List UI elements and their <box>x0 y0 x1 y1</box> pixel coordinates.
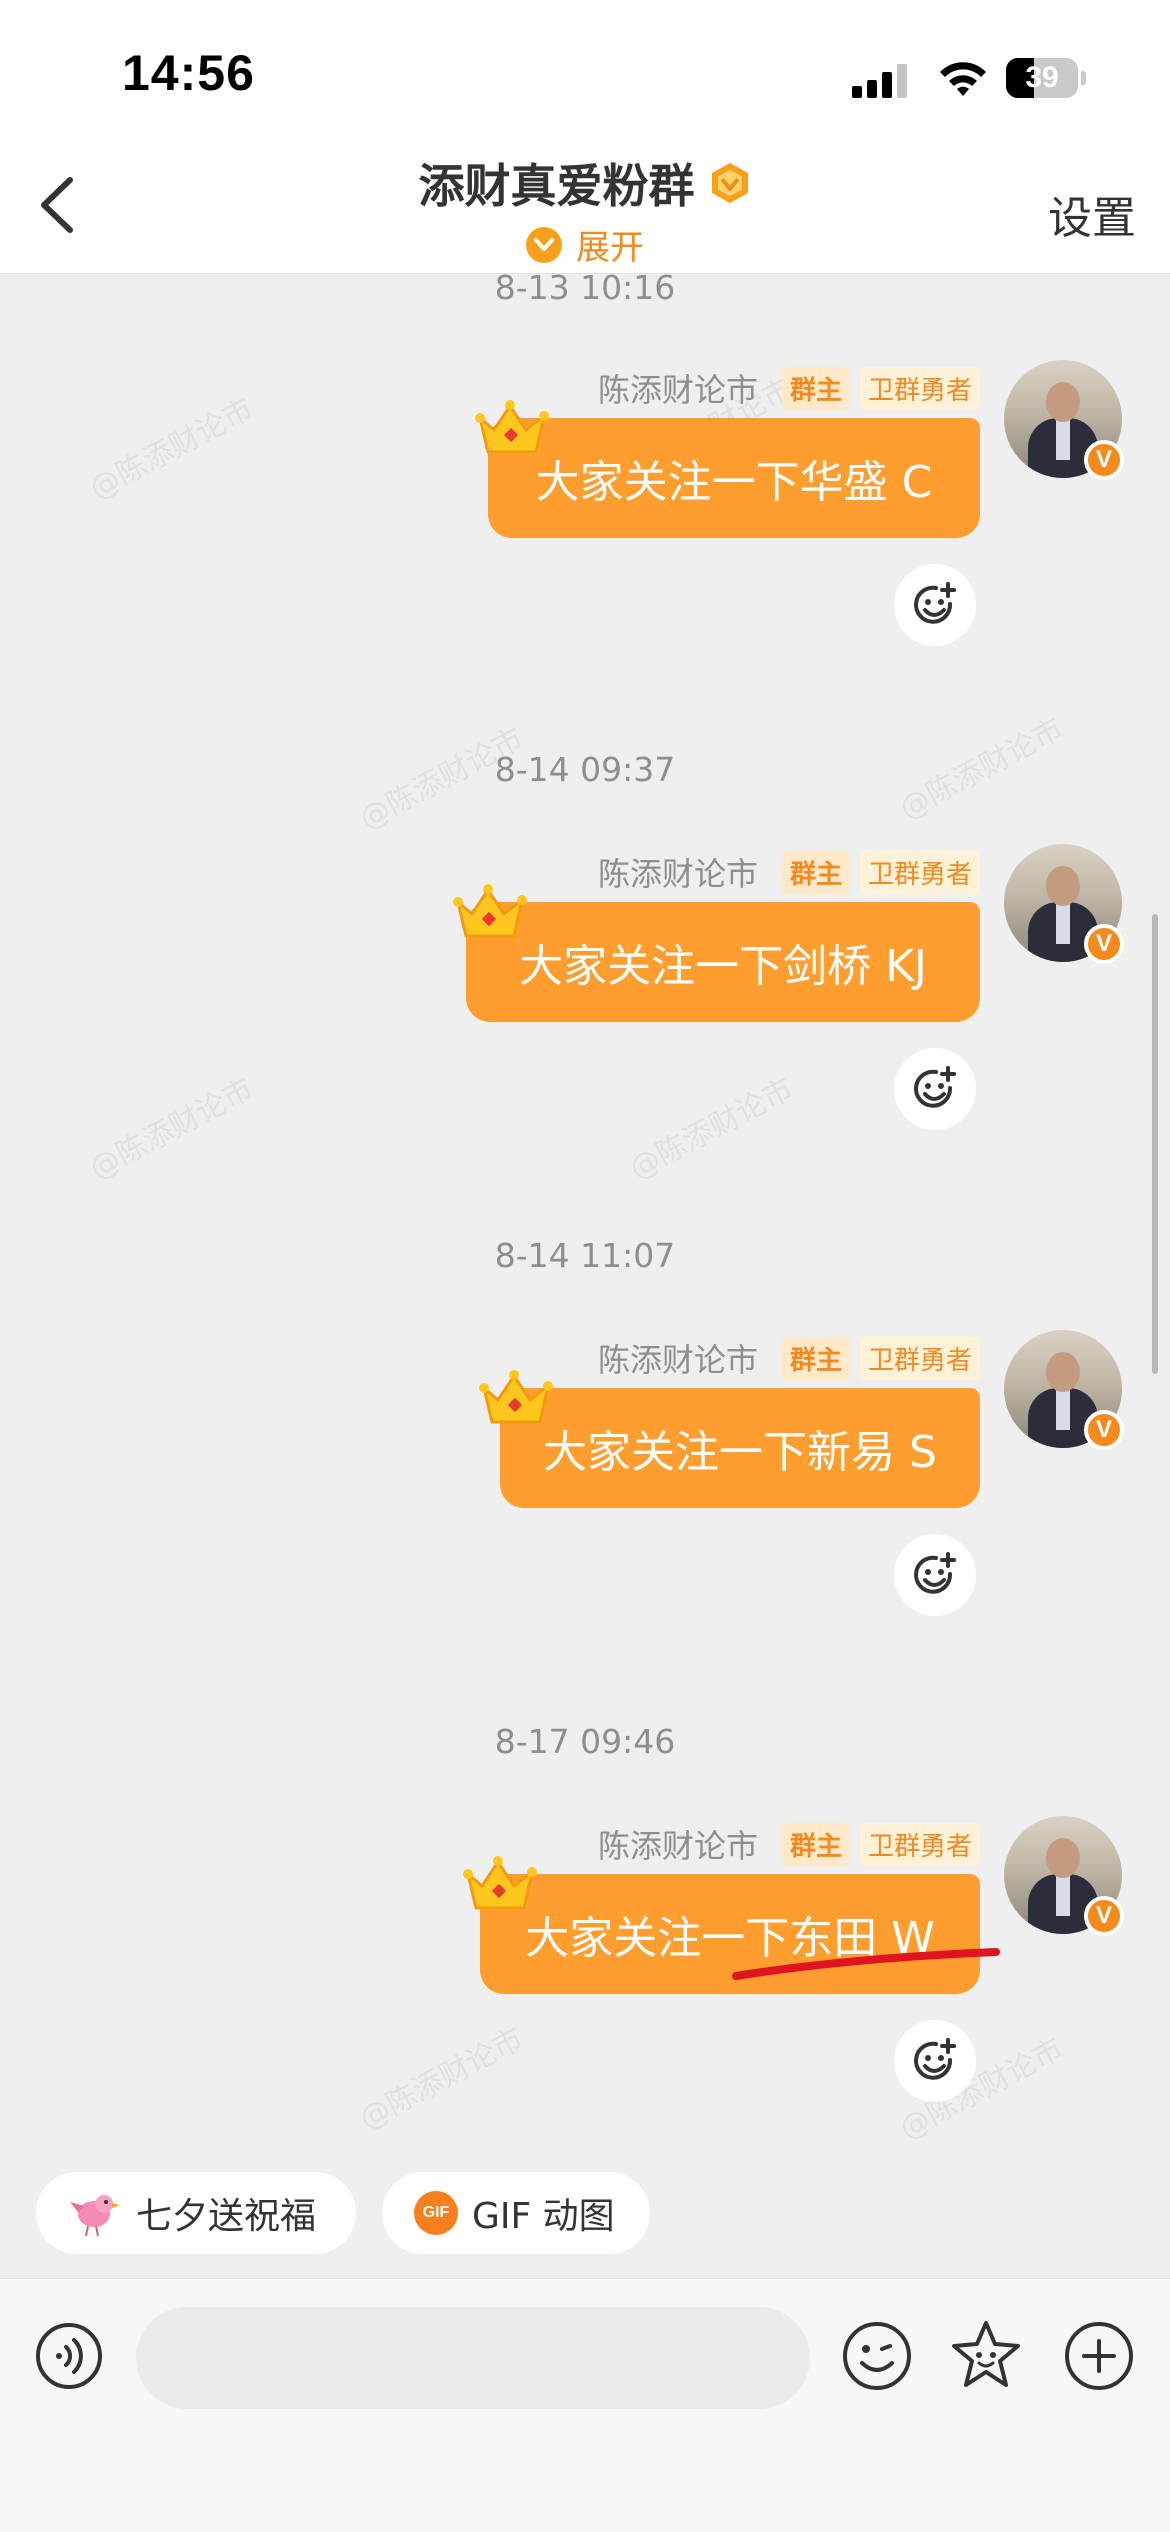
expand-toggle[interactable]: 展开 <box>0 220 1170 269</box>
battery-level: 39 <box>1025 61 1059 94</box>
message-timestamp: 8-17 09:46 <box>494 1722 676 1761</box>
watermark: @陈添财论市 <box>83 1071 260 1187</box>
status-time: 14:56 <box>122 45 255 101</box>
battery-icon: 39 <box>1006 58 1078 98</box>
owner-tag: 群主 <box>781 1336 850 1380</box>
avatar[interactable]: V <box>1004 360 1124 480</box>
verified-badge-icon: V <box>1084 1896 1124 1936</box>
chevron-down-icon <box>526 226 562 263</box>
message-bubble[interactable]: 大家关注一下新易 S <box>500 1388 980 1508</box>
add-reaction-button[interactable] <box>894 1534 976 1616</box>
more-plus-button[interactable] <box>1062 2319 1136 2393</box>
watermark: @陈添财论市 <box>353 2021 530 2137</box>
nav-bar: 添财真爱粉群 展开 设置 <box>0 140 1170 274</box>
guardian-tag: 卫群勇者 <box>859 366 980 410</box>
message-text: 大家关注一下新易 S <box>543 1427 937 1478</box>
sender-row: 陈添财论市 群主 卫群勇者 <box>598 1822 980 1866</box>
crown-icon <box>475 400 549 454</box>
nav-title-wrap: 添财真爱粉群 <box>0 150 1170 216</box>
input-bar <box>0 2278 1170 2532</box>
verified-badge-icon: V <box>1084 1410 1124 1450</box>
sender-name[interactable]: 陈添财论市 <box>598 1821 758 1867</box>
message-text: 大家关注一下剑桥 KJ <box>519 941 927 992</box>
message-timestamp: 8-14 09:37 <box>494 750 676 789</box>
message-bubble[interactable]: 大家关注一下华盛 C <box>488 418 980 538</box>
sender-row: 陈添财论市 群主 卫群勇者 <box>598 366 980 410</box>
smile-plus-icon <box>914 582 956 624</box>
sender-name[interactable]: 陈添财论市 <box>598 365 758 411</box>
crown-icon <box>479 1370 553 1424</box>
guardian-tag: 卫群勇者 <box>859 850 980 894</box>
smile-plus-icon <box>914 1066 956 1108</box>
bird-icon <box>70 2195 120 2237</box>
guardian-tag: 卫群勇者 <box>859 1336 980 1380</box>
avatar[interactable]: V <box>1004 1330 1124 1450</box>
gif-icon: GIF <box>414 2191 458 2235</box>
watermark: @陈添财论市 <box>623 1071 800 1187</box>
crown-icon <box>463 1856 537 1910</box>
guardian-tag: 卫群勇者 <box>859 1822 980 1866</box>
add-reaction-button[interactable] <box>894 564 976 646</box>
status-bar: 14:56 39 <box>0 0 1170 140</box>
sticker-star-button[interactable] <box>948 2317 1024 2393</box>
avatar[interactable]: V <box>1004 1816 1124 1936</box>
message-bubble[interactable]: 大家关注一下剑桥 KJ <box>466 902 980 1022</box>
chip-label: GIF 动图 <box>472 2196 615 2237</box>
wifi-icon <box>940 62 986 96</box>
verified-badge-icon: V <box>1084 924 1124 964</box>
group-badge-icon <box>711 163 748 203</box>
battery-cap <box>1081 71 1086 85</box>
voice-input-button[interactable] <box>34 2321 104 2391</box>
cellular-signal-icon <box>852 62 912 98</box>
owner-tag: 群主 <box>781 366 850 410</box>
owner-tag: 群主 <box>781 1822 850 1866</box>
watermark: @陈添财论市 <box>83 391 260 507</box>
emoji-button[interactable] <box>840 2319 914 2393</box>
red-underline-annotation <box>732 1948 1000 1980</box>
owner-tag: 群主 <box>781 850 850 894</box>
add-reaction-button[interactable] <box>894 2020 976 2102</box>
chat-area[interactable]: @陈添财论市 @陈添财论市 @陈添财论市 @陈添财论市 @陈添财论市 @陈添财论… <box>0 274 1170 2161</box>
sender-name[interactable]: 陈添财论市 <box>598 849 758 895</box>
crown-icon <box>453 884 527 938</box>
smile-plus-icon <box>914 1552 956 1594</box>
message-timestamp: 8-14 11:07 <box>494 1236 676 1275</box>
chip-qixi-greeting[interactable]: 七夕送祝福 <box>36 2172 356 2254</box>
smile-plus-icon <box>914 2038 956 2080</box>
message-timestamp: 8-13 10:16 <box>494 274 676 307</box>
message-input[interactable] <box>136 2307 810 2409</box>
settings-button[interactable]: 设置 <box>1048 182 1136 246</box>
sender-row: 陈添财论市 群主 卫群勇者 <box>598 1336 980 1380</box>
sender-row: 陈添财论市 群主 卫群勇者 <box>598 850 980 894</box>
chip-gif[interactable]: GIF GIF 动图 <box>382 2172 650 2254</box>
page-title: 添财真爱粉群 <box>418 159 695 213</box>
scrollbar[interactable] <box>1152 914 1158 1374</box>
add-reaction-button[interactable] <box>894 1048 976 1130</box>
chip-label: 七夕送祝福 <box>136 2196 317 2237</box>
avatar[interactable]: V <box>1004 844 1124 964</box>
sender-name[interactable]: 陈添财论市 <box>598 1335 758 1381</box>
expand-label: 展开 <box>576 228 644 268</box>
verified-badge-icon: V <box>1084 440 1124 480</box>
message-text: 大家关注一下华盛 C <box>535 457 933 508</box>
